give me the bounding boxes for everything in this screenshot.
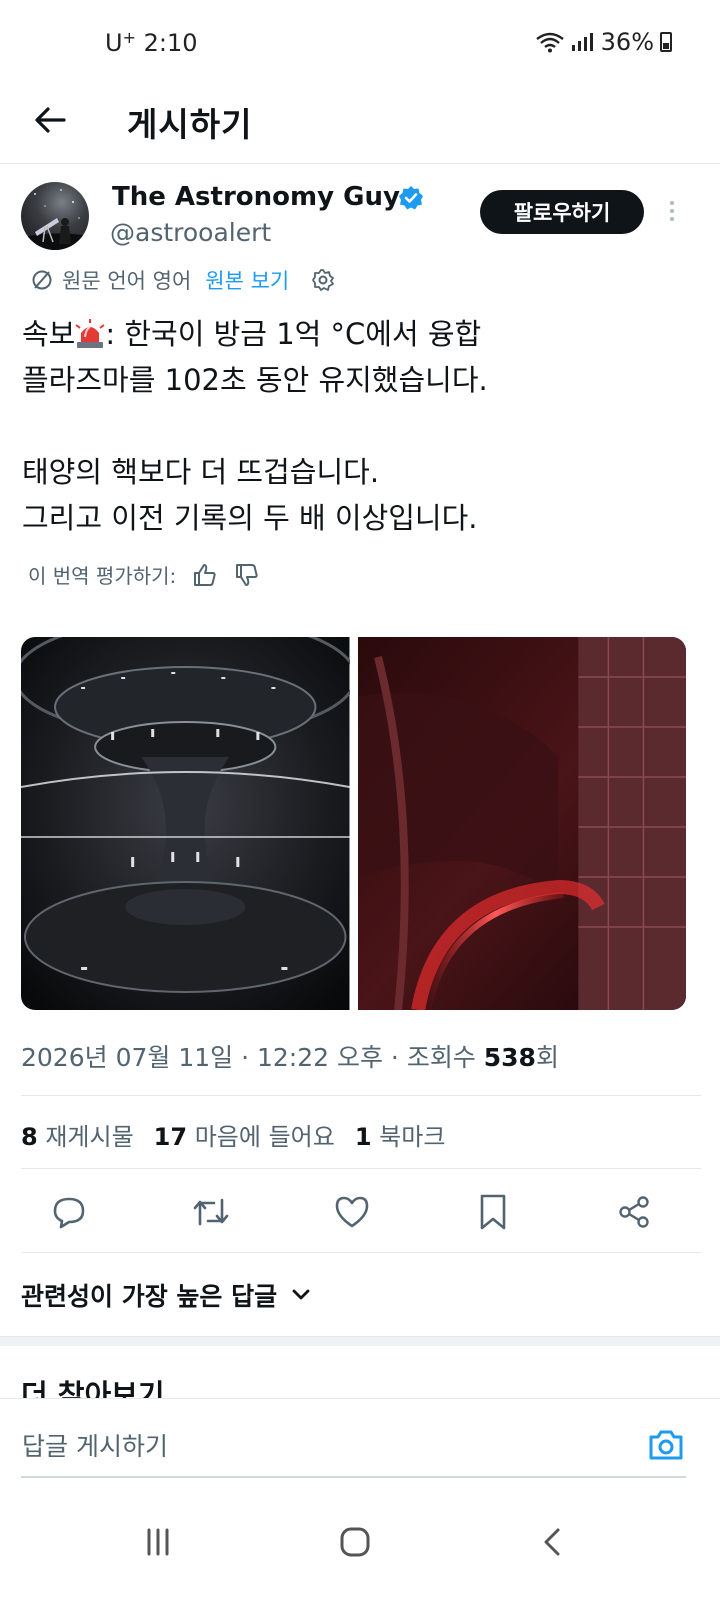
follow-button[interactable]: 팔로우하기: [480, 190, 644, 234]
author-handle[interactable]: @astrooalert: [110, 218, 271, 247]
rate-translation-label: 이 번역 평가하기:: [28, 564, 177, 588]
reply-input[interactable]: 답글 게시하기: [22, 1427, 168, 1463]
bookmarks-stat[interactable]: 1 북마크: [355, 1117, 446, 1152]
verified-badge-icon: [399, 186, 423, 210]
more-dot: [670, 217, 674, 221]
battery-icon: [660, 32, 672, 52]
post-timestamp: 2026년 07월 11일 · 12:22 오후 · 조회수 538회: [21, 1038, 559, 1074]
engagement-stats: 8 재게시물 17 마음에 들어요 1 북마크: [21, 1117, 445, 1152]
like-icon: [335, 1196, 369, 1228]
translation-notice: 원문 언어 영어 원본 보기: [30, 263, 335, 297]
home-button[interactable]: [325, 1512, 385, 1572]
translation-notice-text: 원문 언어 영어: [62, 269, 192, 293]
divider: [21, 1095, 701, 1096]
share-button[interactable]: [614, 1190, 654, 1234]
clock: 2:10: [143, 29, 198, 57]
thumbs-up-icon[interactable]: [192, 562, 218, 588]
rate-translation: 이 번역 평가하기:: [28, 560, 260, 589]
siren-emoji-icon: [75, 319, 105, 348]
app-header: 게시하기: [0, 80, 720, 164]
more-options-button[interactable]: [664, 198, 680, 226]
avatar-telescope-image: [21, 189, 89, 250]
system-back-button[interactable]: [522, 1512, 582, 1572]
carrier-time: U+ 2:10: [105, 28, 198, 57]
reposts-count: 8: [21, 1123, 38, 1151]
divider: [21, 1252, 701, 1253]
page-title: 게시하기: [127, 105, 253, 144]
back-button[interactable]: [28, 98, 72, 142]
reply-composer: 답글 게시하기: [0, 1398, 720, 1490]
bookmark-icon: [480, 1194, 506, 1230]
timestamp-text: 2026년 07월 11일 · 12:22 오후 · 조회수: [21, 1043, 484, 1072]
reply-input-underline: [21, 1476, 686, 1478]
reply-sort-dropdown[interactable]: 관련성이 가장 높은 답글: [21, 1277, 311, 1313]
camera-icon[interactable]: [646, 1425, 686, 1465]
reply-icon: [53, 1197, 85, 1229]
section-separator: [0, 1336, 720, 1346]
likes-label: 마음에 들어요: [194, 1123, 335, 1151]
wifi-icon: [535, 32, 564, 53]
carrier-sup: +: [122, 28, 136, 47]
share-icon: [619, 1196, 649, 1228]
home-icon: [340, 1527, 370, 1557]
battery-percent: 36%: [600, 28, 654, 56]
repost-button[interactable]: [191, 1190, 231, 1234]
chevron-left-icon: [544, 1528, 560, 1556]
bookmarks-count: 1: [354, 1123, 372, 1151]
view-count: 538: [483, 1043, 536, 1072]
bookmarks-label: 북마크: [379, 1123, 446, 1151]
tweet-text-body: : 한국이 방금 1억 °C에서 융합 플라즈마를 102초 동안 유지했습니다…: [22, 317, 488, 535]
status-bar: U+ 2:10 36%: [0, 0, 720, 80]
action-bar: [0, 1190, 720, 1238]
repost-icon: [193, 1198, 229, 1226]
signal-icon: [571, 33, 593, 51]
reposts-label: 재게시물: [45, 1123, 134, 1151]
divider: [21, 1168, 701, 1169]
thumbs-down-icon[interactable]: [234, 562, 260, 588]
post-header: The Astronomy Guy @astrooalert 팔로우하기: [0, 182, 720, 262]
show-original-link[interactable]: 원본 보기: [205, 265, 289, 295]
tweet-text: 속보 : 한국이 방금 1억 °C에서 융합 플라즈마를 102초 동안 유지했…: [22, 311, 702, 541]
reply-sort-label: 관련성이 가장 높은 답글: [21, 1282, 278, 1311]
image-tokamak-red-plasma[interactable]: [357, 637, 687, 1010]
more-dot: [670, 201, 674, 205]
tweet-text-prefix: 속보: [22, 317, 76, 351]
carrier-label: U: [105, 29, 123, 57]
image-fusion-reactor-dark[interactable]: [21, 637, 350, 1010]
status-icons: 36%: [535, 28, 672, 56]
more-dot: [670, 209, 674, 213]
author-name[interactable]: The Astronomy Guy: [112, 182, 400, 212]
recent-apps-button[interactable]: [128, 1512, 188, 1572]
arrow-left-icon: [35, 107, 66, 133]
reposts-stat[interactable]: 8 재게시물: [21, 1117, 134, 1152]
view-count-suffix: 회: [535, 1043, 559, 1072]
gear-icon[interactable]: [311, 268, 335, 292]
like-button[interactable]: [332, 1190, 372, 1234]
bookmark-button[interactable]: [473, 1190, 513, 1234]
discover-more-title: 더 찾아보기: [21, 1378, 165, 1398]
recent-apps-icon: [147, 1528, 169, 1556]
chevron-down-icon: [292, 1289, 310, 1300]
system-nav-bar: [0, 1490, 720, 1600]
translate-icon: [32, 270, 52, 290]
likes-count: 17: [153, 1123, 188, 1151]
discover-more-heading: 더 찾아보기: [21, 1372, 165, 1398]
avatar[interactable]: [21, 182, 89, 250]
media-grid: [21, 637, 686, 1010]
reply-button[interactable]: [49, 1190, 89, 1234]
likes-stat[interactable]: 17 마음에 들어요: [154, 1117, 335, 1152]
